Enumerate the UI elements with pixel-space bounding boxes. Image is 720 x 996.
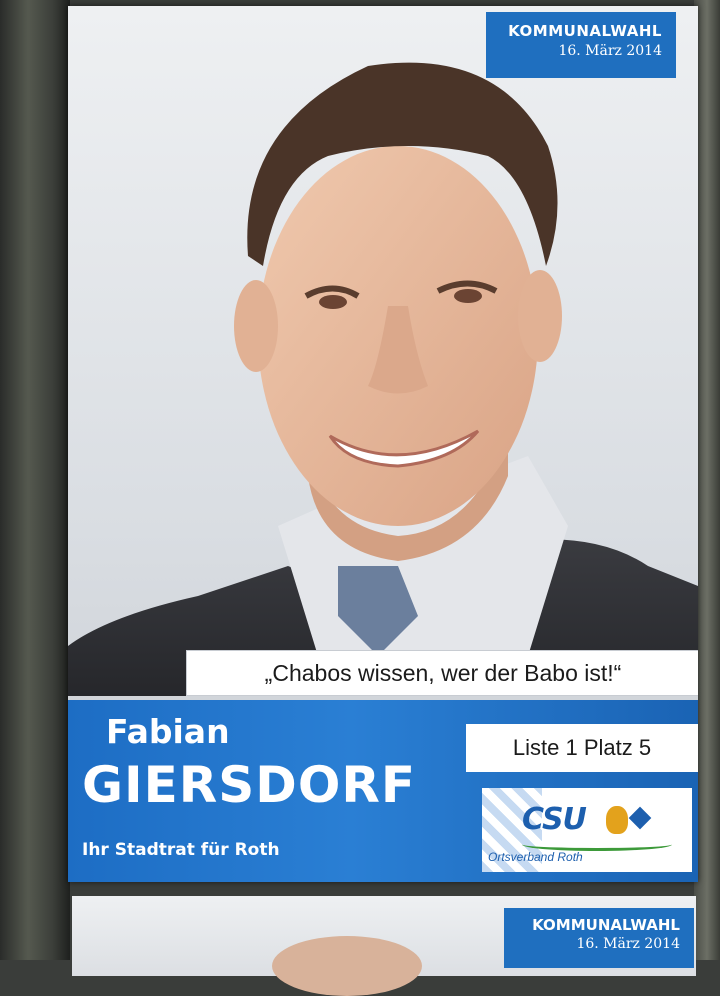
election-badge-title: KOMMUNALWAHL [508, 22, 662, 40]
candidate-name-panel: Fabian GIERSDORF Ihr Stadtrat für Roth L… [68, 700, 698, 882]
slogan-quote: „Chabos wissen, wer der Babo ist!“ [186, 650, 698, 696]
list-position-box: Liste 1 Platz 5 [466, 724, 698, 772]
rhombus-icon [628, 806, 652, 830]
party-logo-box: CSU Ortsverband Roth [482, 788, 692, 872]
campaign-poster: KOMMUNALWAHL 16. März 2014 „Chabos wisse… [68, 6, 698, 882]
candidate-first-name: Fabian [106, 712, 230, 751]
next-poster-head [272, 936, 422, 996]
slogan-text: „Chabos wissen, wer der Babo ist!“ [264, 659, 622, 686]
election-badge-date: 16. März 2014 [558, 43, 662, 59]
next-badge-title: KOMMUNALWAHL [532, 916, 680, 934]
list-position-text: Liste 1 Platz 5 [512, 735, 652, 760]
next-badge-date: 16. März 2014 [576, 936, 680, 952]
csu-logo-text: CSU [522, 802, 587, 837]
next-poster: KOMMUNALWAHL 16. März 2014 [72, 896, 696, 996]
election-date-badge: KOMMUNALWAHL 16. März 2014 [486, 12, 676, 78]
candidate-subtitle: Ihr Stadtrat für Roth [82, 840, 280, 860]
party-branch-text: Ortsverband Roth [488, 850, 583, 864]
metal-frame-left [0, 0, 70, 960]
next-election-badge: KOMMUNALWAHL 16. März 2014 [504, 908, 694, 968]
lion-icon [606, 806, 628, 834]
candidate-last-name: GIERSDORF [82, 756, 416, 814]
